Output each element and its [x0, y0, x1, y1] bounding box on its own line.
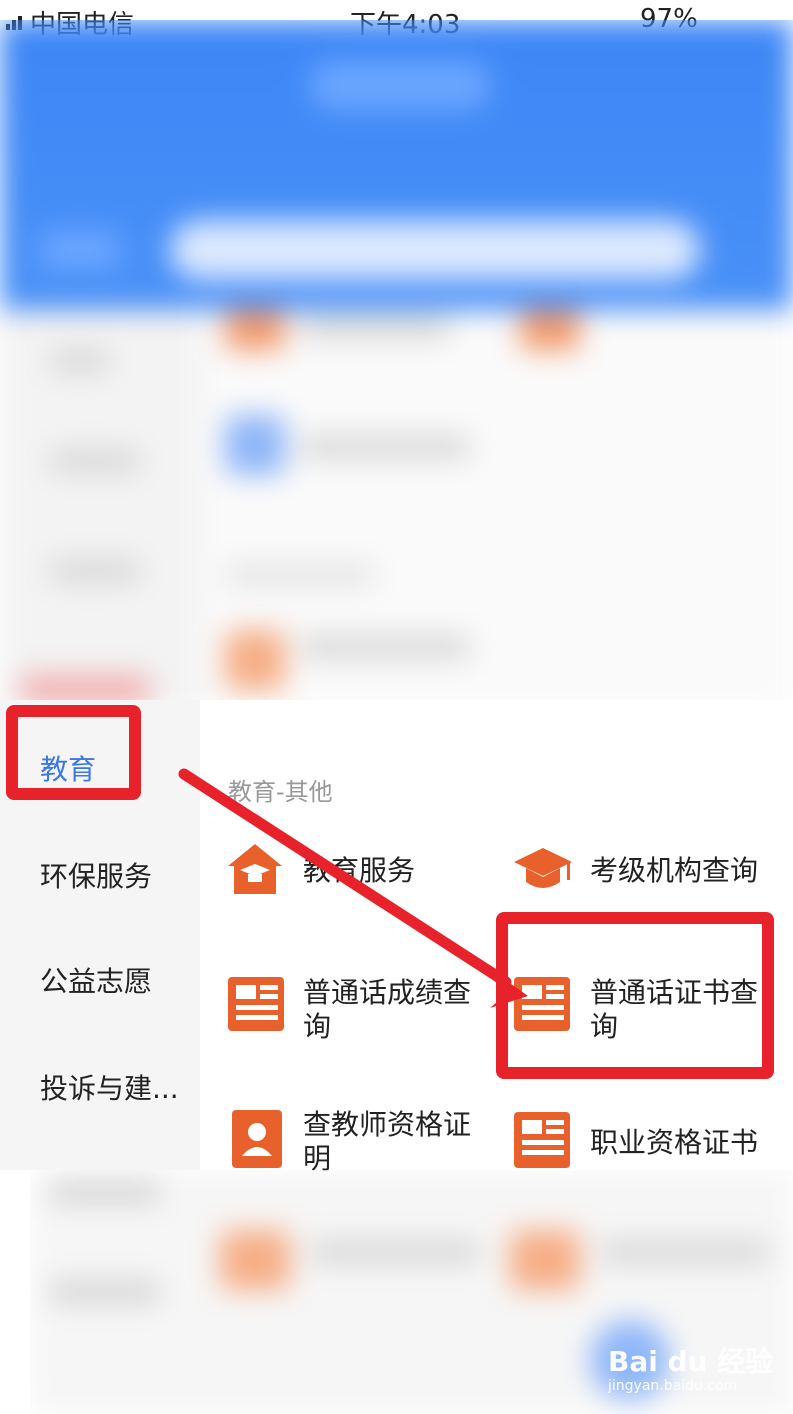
annotation-arrow — [178, 768, 528, 1008]
baidu-watermark: Bai du 经验 jingyan.baidu.com — [608, 1345, 774, 1394]
